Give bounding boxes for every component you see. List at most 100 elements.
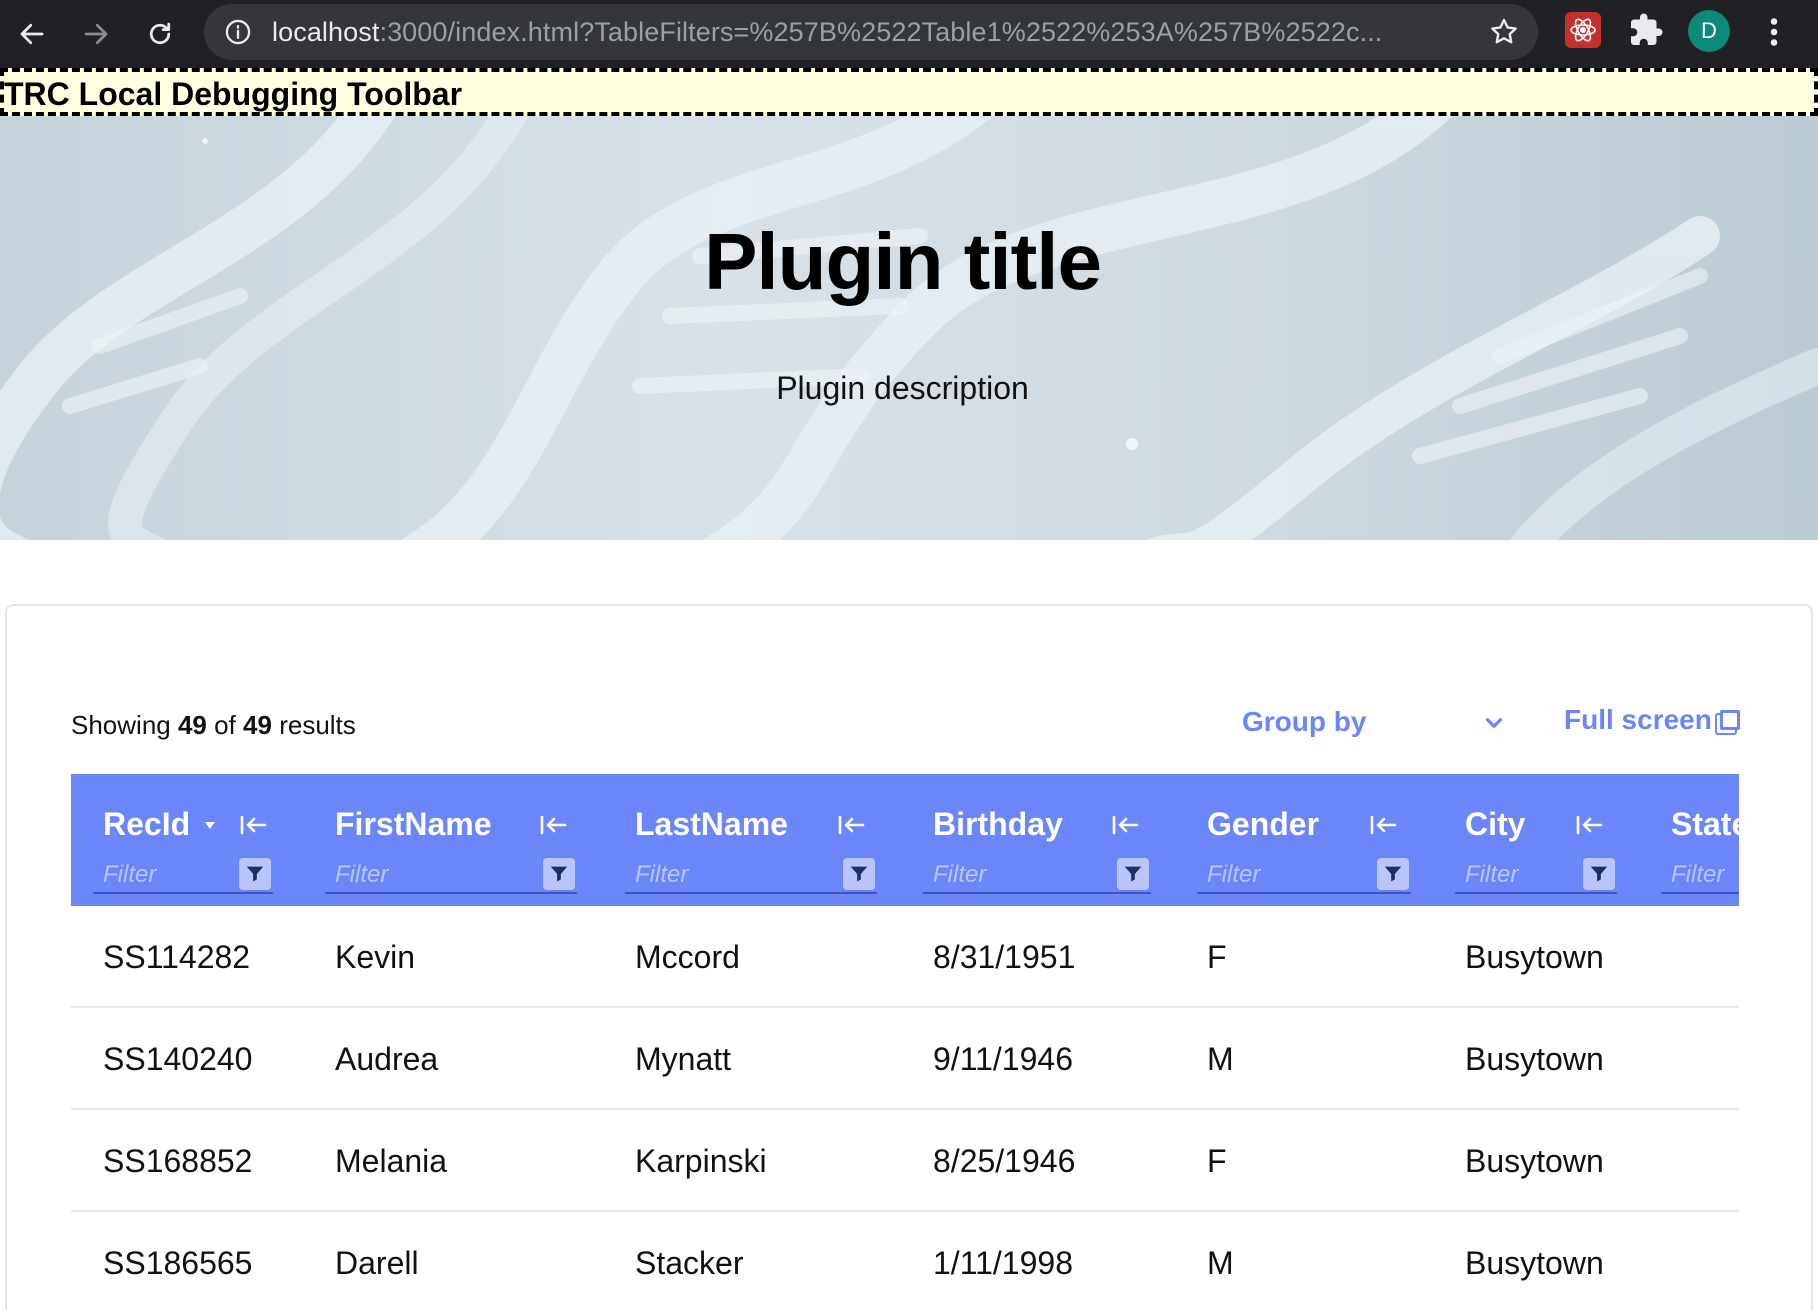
column-header-label[interactable]: LastName xyxy=(635,806,788,843)
info-icon[interactable] xyxy=(224,18,252,46)
forward-arrow-icon xyxy=(84,23,108,45)
pin-column-icon[interactable] xyxy=(1575,814,1605,836)
results-middle: of xyxy=(214,710,236,740)
column-header-label[interactable]: RecId xyxy=(103,806,190,843)
table-cell-city: Busytown xyxy=(1465,1041,1604,1077)
column-filter xyxy=(1661,858,1739,894)
full-screen-button[interactable]: Full screen xyxy=(1564,704,1740,736)
column-header-birthday[interactable]: Birthday xyxy=(901,774,1175,906)
reload-button[interactable] xyxy=(134,8,186,60)
profile-avatar[interactable]: D xyxy=(1688,10,1730,52)
dna-background-image xyxy=(0,116,1818,540)
table-cell-gender: M xyxy=(1207,1245,1234,1281)
filter-input-lastname[interactable] xyxy=(635,858,785,892)
page-description: Plugin description xyxy=(776,370,1029,406)
pin-column-icon[interactable] xyxy=(1369,814,1399,836)
chevron-down-icon xyxy=(1485,718,1503,728)
column-filter xyxy=(1455,858,1617,894)
filter-input-birthday[interactable] xyxy=(933,858,1083,892)
data-table: RecId FirstName LastName Birthday Gender City… xyxy=(71,774,1739,1310)
column-filter xyxy=(923,858,1151,894)
table-card: Showing 49 of 49 results Group by Full s… xyxy=(5,604,1813,1310)
browser-chrome: localhost:3000/index.html?TableFilters=%… xyxy=(0,0,1818,68)
table-cell-birthday: 9/11/1946 xyxy=(933,1041,1073,1077)
filter-funnel-icon[interactable] xyxy=(543,858,575,890)
table-cell-lastname: Mynatt xyxy=(635,1041,732,1077)
column-header-label[interactable]: FirstName xyxy=(335,806,492,843)
group-by-select[interactable]: Group by xyxy=(1242,704,1507,744)
table-cell-city: Busytown xyxy=(1465,939,1604,975)
filter-funnel-icon[interactable] xyxy=(843,858,875,890)
table-cell-gender: F xyxy=(1207,939,1227,975)
column-header-recid[interactable]: RecId xyxy=(71,774,303,906)
table-row[interactable]: SS114282 Kevin Mccord 8/31/1951 F Busytown xyxy=(71,906,1739,1008)
table-cell-recid: SS186565 xyxy=(103,1245,253,1281)
filter-funnel-icon[interactable] xyxy=(239,858,271,890)
table-cell-city: Busytown xyxy=(1465,1245,1604,1281)
table-cell-firstname: Melania xyxy=(335,1143,448,1179)
debug-toolbar-label: TRC Local Debugging Toolbar xyxy=(4,76,463,112)
column-filter xyxy=(625,858,877,894)
url-path: :3000/index.html?TableFilters=%257B%2522… xyxy=(379,17,1383,47)
filter-input-recid[interactable] xyxy=(103,858,253,892)
url-host: localhost xyxy=(272,17,380,47)
back-arrow-icon xyxy=(20,23,44,45)
pin-column-icon[interactable] xyxy=(837,814,867,836)
page-title: Plugin title xyxy=(704,217,1102,306)
sort-descending-icon[interactable] xyxy=(203,818,217,832)
column-header-lastname[interactable]: LastName xyxy=(603,774,901,906)
table-cell-recid: SS168852 xyxy=(103,1143,253,1179)
table-row[interactable]: SS168852 Melania Karpinski 8/25/1946 F Busyto… xyxy=(71,1110,1739,1212)
table-cell-gender: F xyxy=(1207,1143,1227,1179)
hero-banner: Plugin title Plugin description xyxy=(0,116,1818,540)
results-count: Showing 49 of 49 results xyxy=(71,710,356,741)
reload-icon xyxy=(149,22,171,45)
table-cell-birthday: 8/31/1951 xyxy=(933,939,1076,975)
column-header-label[interactable]: Birthday xyxy=(933,806,1063,843)
table-cell-gender: M xyxy=(1207,1041,1234,1077)
table-cell-lastname: Mccord xyxy=(635,939,740,975)
back-button[interactable] xyxy=(6,8,58,60)
column-filter xyxy=(325,858,577,894)
group-by-label: Group by xyxy=(1242,706,1367,737)
column-header-label[interactable]: State xyxy=(1671,806,1739,843)
column-header-gender[interactable]: Gender xyxy=(1175,774,1433,906)
results-prefix: Showing xyxy=(71,710,171,740)
column-filter xyxy=(93,858,273,894)
filter-funnel-icon[interactable] xyxy=(1117,858,1149,890)
filter-input-firstname[interactable] xyxy=(335,858,485,892)
column-header-label[interactable]: City xyxy=(1465,806,1525,843)
column-header-label[interactable]: Gender xyxy=(1207,806,1319,843)
table-row[interactable]: SS186565 Darell Stacker 1/11/1998 M Busytown xyxy=(71,1212,1739,1310)
bookmark-star-icon[interactable] xyxy=(1488,16,1520,48)
address-bar[interactable]: localhost:3000/index.html?TableFilters=%… xyxy=(204,4,1538,60)
pin-column-icon[interactable] xyxy=(239,814,269,836)
filter-funnel-icon[interactable] xyxy=(1583,858,1615,890)
forward-button[interactable] xyxy=(70,8,122,60)
table-cell-lastname: Stacker xyxy=(635,1245,744,1281)
column-header-city[interactable]: City xyxy=(1433,774,1639,906)
results-total: 49 xyxy=(243,710,272,740)
column-header-state[interactable]: State xyxy=(1639,774,1739,906)
full-screen-icon xyxy=(1719,710,1740,730)
url-text[interactable]: localhost:3000/index.html?TableFilters=%… xyxy=(272,17,1382,48)
table-row[interactable]: SS140240 Audrea Mynatt 9/11/1946 M Busytown xyxy=(71,1008,1739,1110)
results-shown: 49 xyxy=(177,710,207,740)
debug-toolbar: TRC Local Debugging Toolbar xyxy=(0,68,1818,116)
filter-input-state[interactable] xyxy=(1671,858,1739,892)
table-cell-city: Busytown xyxy=(1465,1143,1604,1179)
filter-funnel-icon[interactable] xyxy=(1377,858,1409,890)
pin-column-icon[interactable] xyxy=(1111,814,1141,836)
table-cell-firstname: Audrea xyxy=(335,1041,439,1077)
browser-menu-icon[interactable] xyxy=(1760,14,1788,50)
table-header: RecId FirstName LastName Birthday Gender City… xyxy=(71,774,1739,906)
filter-input-gender[interactable] xyxy=(1207,858,1357,892)
table-cell-lastname: Karpinski xyxy=(635,1143,767,1179)
column-header-firstname[interactable]: FirstName xyxy=(303,774,603,906)
react-devtools-extension-icon[interactable] xyxy=(1565,12,1601,48)
table-cell-recid: SS114282 xyxy=(103,939,251,975)
pin-column-icon[interactable] xyxy=(539,814,569,836)
table-cell-recid: SS140240 xyxy=(103,1041,253,1077)
table-cell-birthday: 8/25/1946 xyxy=(933,1143,1076,1179)
extensions-puzzle-icon[interactable] xyxy=(1628,12,1664,48)
